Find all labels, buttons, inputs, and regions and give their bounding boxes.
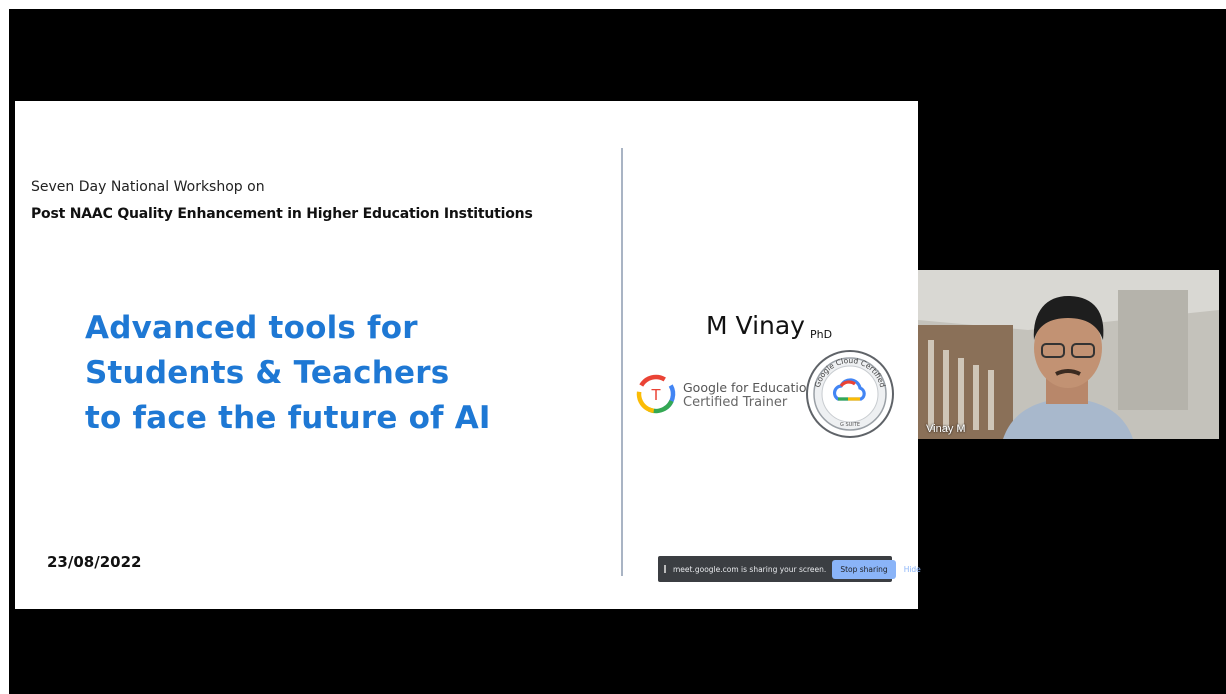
hide-button[interactable]: Hide bbox=[904, 565, 921, 574]
slide-divider bbox=[621, 148, 623, 576]
google-cloud-certified-badge-icon: Google Cloud Certified G SUITE bbox=[806, 350, 894, 438]
stop-sharing-button[interactable]: Stop sharing bbox=[832, 559, 896, 579]
slide-headline: Advanced tools for Students & Teachers t… bbox=[85, 306, 605, 441]
headline-line: Advanced tools for bbox=[85, 310, 418, 346]
shared-slide: Seven Day National Workshop on Post NAAC… bbox=[15, 101, 921, 609]
presenter-name: M Vinay bbox=[706, 311, 805, 340]
workshop-title: Post NAAC Quality Enhancement in Higher … bbox=[31, 206, 533, 222]
screen-share-bar: meet.google.com is sharing your screen. … bbox=[658, 556, 921, 582]
gfe-certification: Google for Education Certified Trainer bbox=[683, 380, 814, 410]
drag-handle-icon[interactable] bbox=[664, 565, 666, 573]
google-for-education-logo-icon: T bbox=[636, 374, 676, 414]
participant-video-tile[interactable]: Vinay M bbox=[918, 270, 1219, 439]
badge-bottom-text: G SUITE bbox=[840, 422, 860, 428]
headline-line: to face the future of AI bbox=[85, 400, 491, 436]
participant-name: Vinay M bbox=[926, 423, 966, 435]
participant-video-feed bbox=[918, 270, 1219, 439]
workshop-subtitle: Seven Day National Workshop on bbox=[31, 179, 265, 195]
presenter-degree: PhD bbox=[809, 328, 833, 341]
share-message: meet.google.com is sharing your screen. bbox=[673, 564, 827, 574]
gfe-logo-letter: T bbox=[651, 387, 661, 404]
slide-date: 23/08/2022 bbox=[47, 553, 142, 571]
headline-line: Students & Teachers bbox=[85, 355, 450, 391]
gfe-line2: Certified Trainer bbox=[683, 395, 788, 410]
presenter: M Vinay PhD bbox=[706, 311, 832, 341]
gfe-line1: Google for Education bbox=[683, 380, 815, 395]
